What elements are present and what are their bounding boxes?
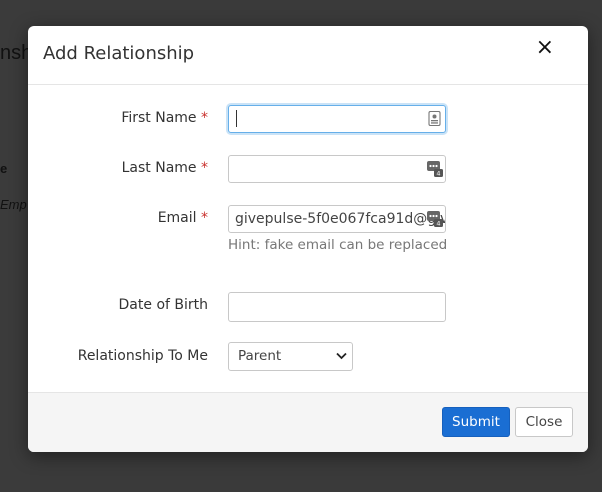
modal-header: Add Relationship × [28, 26, 588, 85]
relationship-selected-value: Parent [238, 348, 282, 364]
add-relationship-modal: Add Relationship × First Name * Last Nam… [28, 26, 588, 452]
first-name-label: First Name * [121, 110, 208, 126]
modal-title: Add Relationship [43, 43, 195, 64]
email-input[interactable]: givepulse-5f0e067fca91d@give [228, 205, 446, 233]
svg-text:4: 4 [436, 220, 440, 228]
relationship-select[interactable]: Parent [228, 342, 353, 371]
required-marker: * [201, 210, 208, 226]
date-of-birth-input[interactable] [228, 292, 446, 322]
submit-button[interactable]: Submit [442, 407, 510, 437]
modal-footer: Submit Close [28, 392, 588, 452]
relationship-label: Relationship To Me [77, 348, 208, 364]
svg-text:4: 4 [436, 170, 440, 178]
date-of-birth-label: Date of Birth [118, 297, 208, 313]
last-name-label: Last Name * [121, 160, 208, 176]
last-name-input[interactable] [228, 155, 446, 183]
background-italic-fragment: Emp [0, 197, 27, 212]
background-page [0, 0, 30, 492]
password-manager-icon[interactable]: 4 [427, 160, 443, 177]
modal-body: First Name * Last Name * 4 Email * givep… [28, 85, 588, 392]
password-manager-icon[interactable]: 4 [427, 210, 443, 227]
close-button[interactable]: Close [515, 407, 573, 437]
contact-card-icon[interactable] [428, 111, 441, 126]
email-label: Email * [157, 210, 208, 226]
email-hint: Hint: fake email can be replaced [228, 237, 448, 253]
first-name-input[interactable] [228, 105, 446, 133]
required-marker: * [201, 160, 208, 176]
background-label-fragment: e [0, 161, 8, 176]
chevron-down-icon [336, 352, 347, 360]
required-marker: * [201, 110, 208, 126]
text-caret [236, 110, 237, 127]
close-icon[interactable]: × [536, 37, 554, 59]
